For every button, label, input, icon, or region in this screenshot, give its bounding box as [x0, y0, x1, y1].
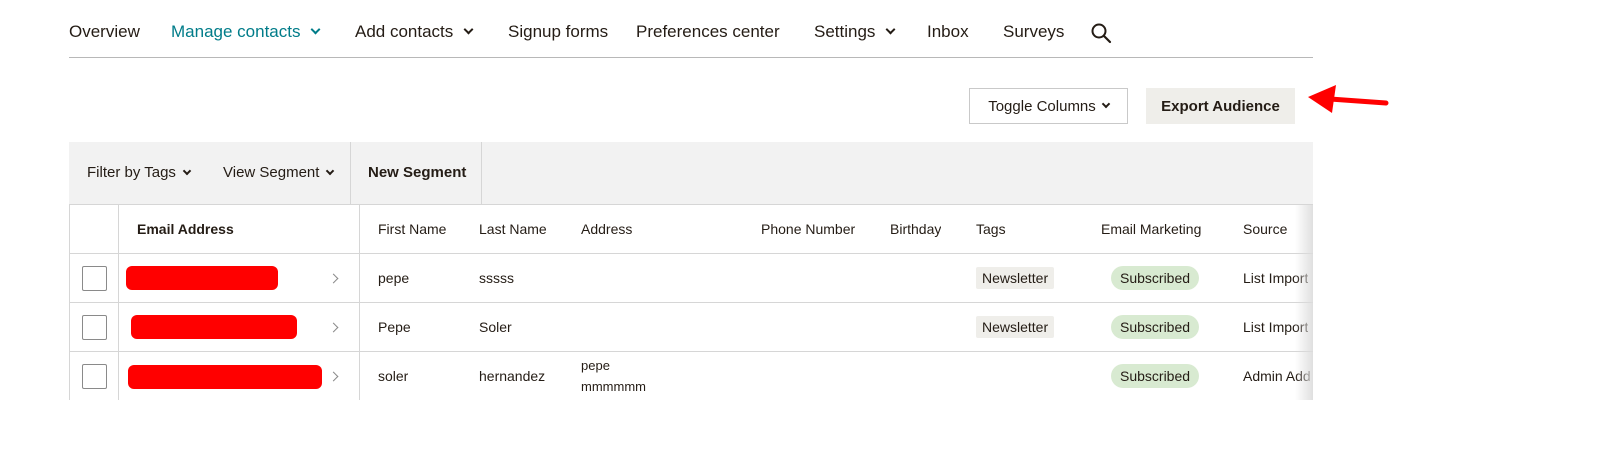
- contacts-table: Email Address First Name Last Name Addre…: [69, 204, 1313, 400]
- main-nav: Overview Manage contacts Add contacts Si…: [69, 0, 1313, 58]
- new-segment-button[interactable]: New Segment: [368, 164, 466, 181]
- row-checkbox[interactable]: [82, 266, 107, 291]
- chevron-down-icon: [182, 166, 192, 175]
- filter-bar: Filter by Tags View Segment New Segment: [69, 142, 1313, 204]
- divider: [350, 142, 351, 204]
- table-row[interactable]: n soler hernandez pepe mmmmmm Subscribed…: [70, 352, 1313, 400]
- table-header-row: Email Address First Name Last Name Addre…: [70, 205, 1313, 254]
- chevron-right-icon[interactable]: [328, 322, 339, 333]
- header-email-address[interactable]: Email Address: [137, 205, 234, 253]
- chevron-down-icon: [463, 24, 474, 35]
- view-segment-label: View Segment: [223, 164, 320, 181]
- nav-surveys[interactable]: Surveys: [1003, 22, 1064, 42]
- filter-by-tags-dropdown[interactable]: Filter by Tags: [87, 164, 192, 181]
- header-first-name[interactable]: First Name: [378, 205, 446, 253]
- cell-last-name: hernandez: [479, 368, 546, 384]
- search-icon[interactable]: [1090, 22, 1112, 44]
- status-badge: Subscribed: [1111, 266, 1200, 290]
- address-line: mmmmmm: [581, 379, 646, 394]
- cell-last-name: sssss: [479, 270, 514, 286]
- header-address[interactable]: Address: [581, 205, 632, 253]
- nav-label: Signup forms: [508, 22, 609, 41]
- redacted-email: [131, 315, 297, 339]
- header-source[interactable]: Source: [1243, 205, 1287, 253]
- redacted-email: [128, 365, 322, 389]
- cell-email-marketing: Subscribed: [1111, 303, 1200, 351]
- address-line: pepe: [581, 358, 610, 373]
- row-checkbox[interactable]: [82, 315, 107, 340]
- chevron-down-icon: [885, 24, 896, 35]
- cell-first-name: Pepe: [378, 319, 411, 335]
- red-arrow-annotation: [1308, 85, 1389, 113]
- nav-label: Manage contacts: [171, 22, 301, 41]
- chevron-right-icon[interactable]: [328, 273, 339, 284]
- nav-overview[interactable]: Overview: [69, 22, 140, 42]
- nav-label: Overview: [69, 22, 140, 41]
- header-phone-number[interactable]: Phone Number: [761, 205, 855, 253]
- nav-label: Inbox: [927, 22, 969, 41]
- cell-first-name: pepe: [378, 270, 410, 286]
- status-badge: Subscribed: [1111, 315, 1200, 339]
- nav-preferences-center[interactable]: Preferences center: [636, 22, 780, 42]
- cell-email-marketing: Subscribed: [1111, 254, 1200, 302]
- cell-address: pepe mmmmmm: [581, 355, 646, 397]
- status-badge: Subscribed: [1111, 364, 1200, 388]
- export-audience-label: Export Audience: [1161, 97, 1280, 115]
- nav-settings[interactable]: Settings: [814, 22, 896, 42]
- chevron-down-icon: [326, 166, 335, 175]
- nav-signup-forms[interactable]: Signup forms: [508, 22, 608, 42]
- nav-manage-contacts[interactable]: Manage contacts: [171, 22, 321, 42]
- chevron-right-icon[interactable]: [328, 371, 339, 382]
- header-email-marketing[interactable]: Email Marketing: [1101, 205, 1201, 253]
- row-checkbox[interactable]: [82, 364, 107, 389]
- chevron-down-icon: [1101, 99, 1111, 109]
- nav-label: Surveys: [1003, 22, 1065, 41]
- nav-inbox[interactable]: Inbox: [927, 22, 969, 42]
- toggle-columns-button[interactable]: Toggle Columns: [969, 88, 1128, 124]
- tag-badge[interactable]: Newsletter: [976, 316, 1055, 338]
- filter-by-tags-label: Filter by Tags: [87, 164, 176, 181]
- nav-add-contacts[interactable]: Add contacts: [355, 22, 474, 42]
- table-row[interactable]: pepe sssss Newsletter Subscribed List Im…: [70, 254, 1313, 303]
- nav-label: Preferences center: [636, 22, 780, 41]
- header-last-name[interactable]: Last Name: [479, 205, 547, 253]
- redacted-email: [126, 266, 278, 290]
- nav-label: Add contacts: [355, 22, 454, 41]
- header-tags[interactable]: Tags: [976, 205, 1006, 253]
- cell-email-marketing: Subscribed: [1111, 352, 1200, 400]
- divider: [481, 142, 482, 204]
- cell-tags: Newsletter: [976, 254, 1055, 302]
- cell-first-name: soler: [378, 368, 409, 384]
- nav-label: Settings: [814, 22, 876, 41]
- cell-tags: Newsletter: [976, 303, 1055, 351]
- table-row[interactable]: Pepe Soler Newsletter Subscribed List Im…: [70, 303, 1313, 352]
- toggle-columns-label: Toggle Columns: [988, 97, 1096, 115]
- view-segment-dropdown[interactable]: View Segment: [223, 164, 335, 181]
- cell-last-name: Soler: [479, 319, 512, 335]
- export-audience-button[interactable]: Export Audience: [1146, 88, 1295, 124]
- chevron-down-icon: [311, 24, 321, 35]
- tag-badge[interactable]: Newsletter: [976, 267, 1055, 289]
- horizontal-scroll-fade: [1295, 205, 1313, 400]
- header-birthday[interactable]: Birthday: [890, 205, 941, 253]
